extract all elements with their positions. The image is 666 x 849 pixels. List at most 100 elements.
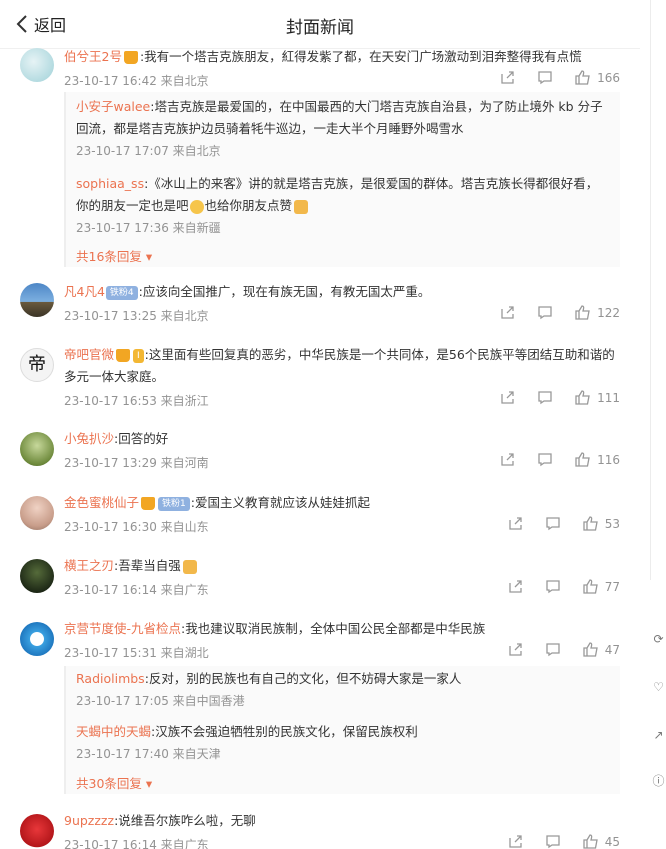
crown-icon <box>141 497 156 510</box>
comment-actions: 116 <box>478 452 620 467</box>
share-button[interactable] <box>500 305 515 320</box>
reply-username[interactable]: Radiolimbs <box>76 671 145 686</box>
share-button[interactable] <box>508 834 523 849</box>
reply-username[interactable]: 天蝎中的天蝎 <box>76 724 151 739</box>
comment-button[interactable] <box>545 834 561 849</box>
comment-username[interactable]: 凡4凡4 <box>64 284 105 299</box>
comment-actions: 47 <box>486 642 620 657</box>
thumbs-up-icon <box>575 305 590 320</box>
thumbs-up-icon <box>575 390 590 405</box>
reply-meta: 23-10-17 17:36 来自新疆 <box>76 221 221 235</box>
share-button[interactable] <box>508 579 523 594</box>
comment-meta: 23-10-17 13:29 来自河南 <box>64 456 209 470</box>
reply-item: 小安子walee:塔吉克族是最爱国的，在中国最西的大门塔吉克族自治县，为了防止境… <box>76 96 610 159</box>
crown-icon <box>123 51 138 64</box>
comment-meta: 23-10-17 13:25 来自北京 <box>64 309 209 323</box>
thumbs-up-emoji-icon <box>294 199 309 214</box>
reply-text-continued: 也给你朋友点赞 <box>204 198 293 213</box>
like-button[interactable]: 122 <box>575 305 620 320</box>
avatar[interactable] <box>20 48 54 82</box>
comment-username[interactable]: 横王之刃 <box>64 558 114 573</box>
comment-text: :回答的好 <box>114 431 169 446</box>
comment-button[interactable] <box>537 70 553 85</box>
share-icon <box>509 643 522 656</box>
comment-text: :我也建议取消民族制，全体中国公民全部都是中华民族 <box>181 621 486 636</box>
like-button[interactable]: 77 <box>583 579 620 594</box>
comment-icon <box>538 71 552 85</box>
comment-username[interactable]: 帝吧官微 <box>64 347 114 362</box>
avatar[interactable] <box>20 559 54 593</box>
more-replies-link[interactable]: 共30条回复 ▾ <box>76 773 152 792</box>
comment-username[interactable]: 金色蜜桃仙子 <box>64 495 139 510</box>
comment-username[interactable]: 9upzzzz <box>64 813 114 828</box>
like-count: 166 <box>597 70 620 85</box>
like-button[interactable]: 111 <box>575 390 620 405</box>
level-badge: I <box>133 348 144 363</box>
more-replies-link[interactable]: 共16条回复 ▾ <box>76 246 152 265</box>
refresh-icon[interactable]: ⟳ <box>651 632 666 647</box>
comment-item: 横王之刃:吾辈当自强 23-10-17 16:14 来自广东 77 <box>0 555 640 605</box>
heart-icon[interactable]: ♡ <box>651 680 666 695</box>
share-button[interactable] <box>500 70 515 85</box>
like-count: 77 <box>604 579 620 594</box>
share-side-icon[interactable]: ↗ <box>651 728 666 743</box>
reply-username[interactable]: sophiaa_ss <box>76 176 144 191</box>
caret-down-icon: ▾ <box>141 776 153 791</box>
reply-username[interactable]: 小安子walee <box>76 99 150 114</box>
reply-meta: 23-10-17 17:05 来自中国香港 <box>76 694 245 708</box>
comment-button[interactable] <box>537 305 553 320</box>
reply-text: :反对，别的民族也有自己的文化，但不妨碍大家是一家人 <box>144 671 462 686</box>
reply-text: :汉族不会强迫牺牲别的民族文化，保留民族权利 <box>151 724 418 739</box>
comment-meta: 23-10-17 16:42 来自北京 <box>64 74 209 88</box>
share-button[interactable] <box>500 452 515 467</box>
like-button[interactable]: 166 <box>575 70 620 85</box>
like-count: 116 <box>597 452 620 467</box>
comment-icon <box>546 517 560 531</box>
comment-actions: 45 <box>486 834 620 849</box>
comment-actions: 53 <box>486 516 620 531</box>
share-icon <box>509 517 522 530</box>
share-icon <box>509 835 522 848</box>
like-button[interactable]: 53 <box>583 516 620 531</box>
avatar[interactable] <box>20 814 54 848</box>
share-icon <box>509 580 522 593</box>
comment-meta: 23-10-17 16:14 来自广东 <box>64 583 209 597</box>
like-button[interactable]: 116 <box>575 452 620 467</box>
like-button[interactable]: 45 <box>583 834 620 849</box>
comment-button[interactable] <box>537 452 553 467</box>
comment-text: :这里面有些回复真的恶劣，中华民族是一个共同体，是56个民族平等团结互助和谐的多… <box>64 347 615 384</box>
like-button[interactable]: 47 <box>583 642 620 657</box>
comment-actions: 122 <box>478 305 620 320</box>
reply-block: 小安子walee:塔吉克族是最爱国的，在中国最西的大门塔吉克族自治县，为了防止境… <box>64 92 620 267</box>
reply-item: sophiaa_ss:《冰山上的来客》讲的就是塔吉克族，是很爱国的群体。塔吉克族… <box>76 173 610 236</box>
comment-meta: 23-10-17 16:14 来自广东 <box>64 838 209 849</box>
reply-text: :塔吉克族是最爱国的，在中国最西的大门塔吉克族自治县，为了防止境外 kb 分子回… <box>76 99 603 136</box>
like-count: 111 <box>597 390 620 405</box>
avatar[interactable] <box>20 622 54 656</box>
thumbs-up-emoji-icon <box>182 559 197 574</box>
share-button[interactable] <box>508 516 523 531</box>
comment-meta: 23-10-17 16:53 来自浙江 <box>64 394 209 408</box>
share-button[interactable] <box>508 642 523 657</box>
top-bar: 返回 封面新闻 <box>0 0 640 49</box>
avatar[interactable] <box>20 283 54 317</box>
comment-button[interactable] <box>545 516 561 531</box>
share-button[interactable] <box>500 390 515 405</box>
comment-button[interactable] <box>545 642 561 657</box>
avatar[interactable] <box>20 496 54 530</box>
info-icon[interactable]: ⓘ <box>651 772 666 788</box>
comment-button[interactable] <box>537 390 553 405</box>
thumbs-up-icon <box>583 642 598 657</box>
comment-username[interactable]: 伯兮王2号 <box>64 49 122 64</box>
comment-button[interactable] <box>545 579 561 594</box>
fan-badge: 铁粉1 <box>158 496 190 511</box>
comment-username[interactable]: 京营节度使-九省检点 <box>64 621 181 636</box>
comment-item: 凡4凡4 铁粉4:应该向全国推广，现在有族无国，有教无国太严重。 23-10-17… <box>0 281 640 333</box>
reply-block: Radiolimbs:反对，别的民族也有自己的文化，但不妨碍大家是一家人 23-… <box>64 666 620 794</box>
comment-icon <box>538 391 552 405</box>
comment-username[interactable]: 小兔扒沙 <box>64 431 114 446</box>
avatar[interactable] <box>20 432 54 466</box>
fan-badge: 铁粉4 <box>105 285 138 300</box>
reply-item: 天蝎中的天蝎:汉族不会强迫牺牲别的民族文化，保留民族权利 23-10-17 17… <box>76 721 610 762</box>
avatar[interactable]: 帝 <box>20 348 54 382</box>
